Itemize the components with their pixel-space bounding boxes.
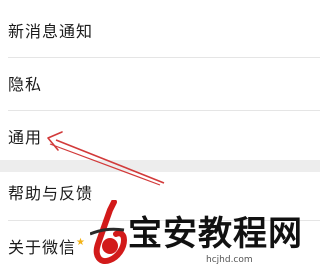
settings-item-label: 新消息通知 [8,22,94,41]
settings-item-label: 帮助与反馈 [8,184,94,203]
watermark-logo-icon [90,200,128,264]
settings-item-label: 关于微信 [8,238,77,257]
star-icon: ★ [76,237,85,248]
watermark: 宝安教程网 hcjhd.com [90,200,320,274]
settings-item-privacy[interactable]: 隐私 [0,57,320,109]
watermark-title: 宝安教程网 [128,214,303,254]
settings-item-notifications[interactable]: 新消息通知 [0,4,320,56]
settings-group-1: 新消息通知 隐私 通用 [0,0,320,160]
settings-item-label: 通用 [8,128,43,147]
settings-item-label: 隐私 [8,75,43,94]
settings-item-general[interactable]: 通用 [0,110,320,162]
watermark-url: hcjhd.com [206,255,253,265]
settings-screen: 新消息通知 隐私 通用 帮助与反馈 关于微信 ★ 宝安教程网 hcjhd.com [0,0,320,274]
